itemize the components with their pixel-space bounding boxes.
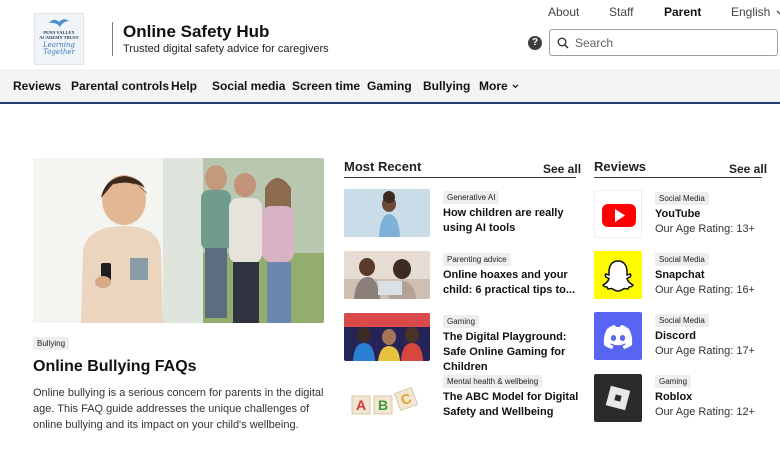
most-recent-see-all-link[interactable]: See all (543, 162, 581, 176)
site-title[interactable]: Online Safety Hub (123, 22, 269, 42)
ai-article-photo (344, 189, 430, 237)
article-thumbnail-ai[interactable] (344, 189, 430, 237)
reviews-divider (594, 177, 762, 178)
review-app-name[interactable]: Snapchat (655, 269, 705, 281)
nav-item-social-media[interactable]: Social media (212, 79, 285, 93)
search-icon (557, 37, 569, 49)
nav-item-gaming[interactable]: Gaming (367, 79, 412, 93)
review-app-name[interactable]: Roblox (655, 391, 692, 403)
snapchat-app-icon[interactable] (594, 251, 642, 299)
review-app-name[interactable]: YouTube (655, 208, 700, 220)
review-app-name[interactable]: Discord (655, 330, 696, 342)
article-title[interactable]: The Digital Playground: Safe Online Gami… (443, 330, 581, 375)
main-nav: Reviews Parental controls Help Social me… (0, 69, 780, 104)
bird-icon (49, 19, 69, 27)
nav-item-parental-controls[interactable]: Parental controls (71, 79, 169, 93)
roblox-icon (605, 385, 631, 411)
nav-item-reviews[interactable]: Reviews (13, 79, 61, 93)
article-thumbnail-abc[interactable]: A B C (344, 374, 430, 422)
most-recent-heading: Most Recent (344, 159, 422, 174)
discord-app-icon[interactable] (594, 312, 642, 360)
chevron-down-icon (776, 10, 780, 15)
article-title[interactable]: Online hoaxes and your child: 6 practica… (443, 268, 578, 298)
top-link-about[interactable]: About (548, 5, 579, 19)
nav-item-screen-time[interactable]: Screen time (292, 79, 360, 93)
reviews-heading: Reviews (594, 159, 647, 174)
featured-image[interactable] (33, 158, 324, 323)
article-title[interactable]: How children are really using AI tools (443, 206, 583, 236)
nav-more-label: More (479, 79, 508, 93)
top-link-staff[interactable]: Staff (609, 5, 633, 19)
nav-item-more[interactable]: More (479, 79, 519, 93)
gaming-article-photo (344, 313, 430, 361)
hoaxes-article-photo (344, 251, 430, 299)
school-logo[interactable]: PENN VALLEY ACADEMY TRUST Learning Toget… (34, 13, 84, 65)
article-category-badge[interactable]: Gaming (443, 315, 480, 328)
search-box[interactable] (549, 29, 778, 56)
snapchat-ghost-icon (602, 260, 634, 292)
article-title[interactable]: The ABC Model for Digital Safety and Wel… (443, 390, 581, 420)
review-category-badge[interactable]: Social Media (655, 253, 709, 266)
featured-category-badge[interactable]: Bullying (33, 337, 70, 350)
reviews-see-all-link[interactable]: See all (729, 162, 767, 176)
article-thumbnail-gaming[interactable] (344, 313, 430, 361)
site-tagline: Trusted digital safety advice for caregi… (123, 43, 329, 55)
roblox-app-icon[interactable] (594, 374, 642, 422)
review-age-rating: Our Age Rating: 17+ (655, 345, 755, 357)
review-age-rating: Our Age Rating: 12+ (655, 406, 755, 418)
nav-item-help[interactable]: Help (171, 79, 197, 93)
featured-description: Online bullying is a serious concern for… (33, 387, 324, 431)
nav-item-bullying[interactable]: Bullying (423, 79, 470, 93)
svg-text:A: A (356, 397, 366, 413)
logo-school-name: PENN VALLEY ACADEMY TRUST (39, 30, 79, 40)
article-category-badge[interactable]: Parenting advice (443, 253, 511, 266)
discord-icon (603, 325, 633, 349)
review-category-badge[interactable]: Gaming (655, 375, 692, 388)
language-selector[interactable]: English (731, 5, 780, 19)
article-category-badge[interactable]: Generative AI (443, 191, 500, 204)
logo-script: Learning Together (42, 41, 76, 56)
help-icon[interactable]: ? (528, 36, 542, 50)
article-thumbnail-hoaxes[interactable] (344, 251, 430, 299)
most-recent-divider (344, 177, 576, 178)
chevron-down-icon (512, 84, 519, 89)
abc-blocks-photo: A B C (344, 374, 430, 422)
youtube-icon (602, 204, 636, 227)
header-divider (112, 22, 113, 56)
youtube-app-icon[interactable] (594, 190, 642, 238)
review-category-badge[interactable]: Social Media (655, 192, 709, 205)
search-input[interactable] (575, 34, 770, 52)
review-age-rating: Our Age Rating: 13+ (655, 223, 755, 235)
featured-title[interactable]: Online Bullying FAQs (33, 358, 197, 376)
featured-photo (33, 158, 324, 323)
top-link-parent[interactable]: Parent (664, 5, 701, 19)
language-label: English (731, 5, 771, 19)
article-category-badge[interactable]: Mental health & wellbeing (443, 375, 543, 388)
review-age-rating: Our Age Rating: 16+ (655, 284, 755, 296)
svg-text:B: B (378, 397, 388, 413)
review-category-badge[interactable]: Social Media (655, 314, 709, 327)
